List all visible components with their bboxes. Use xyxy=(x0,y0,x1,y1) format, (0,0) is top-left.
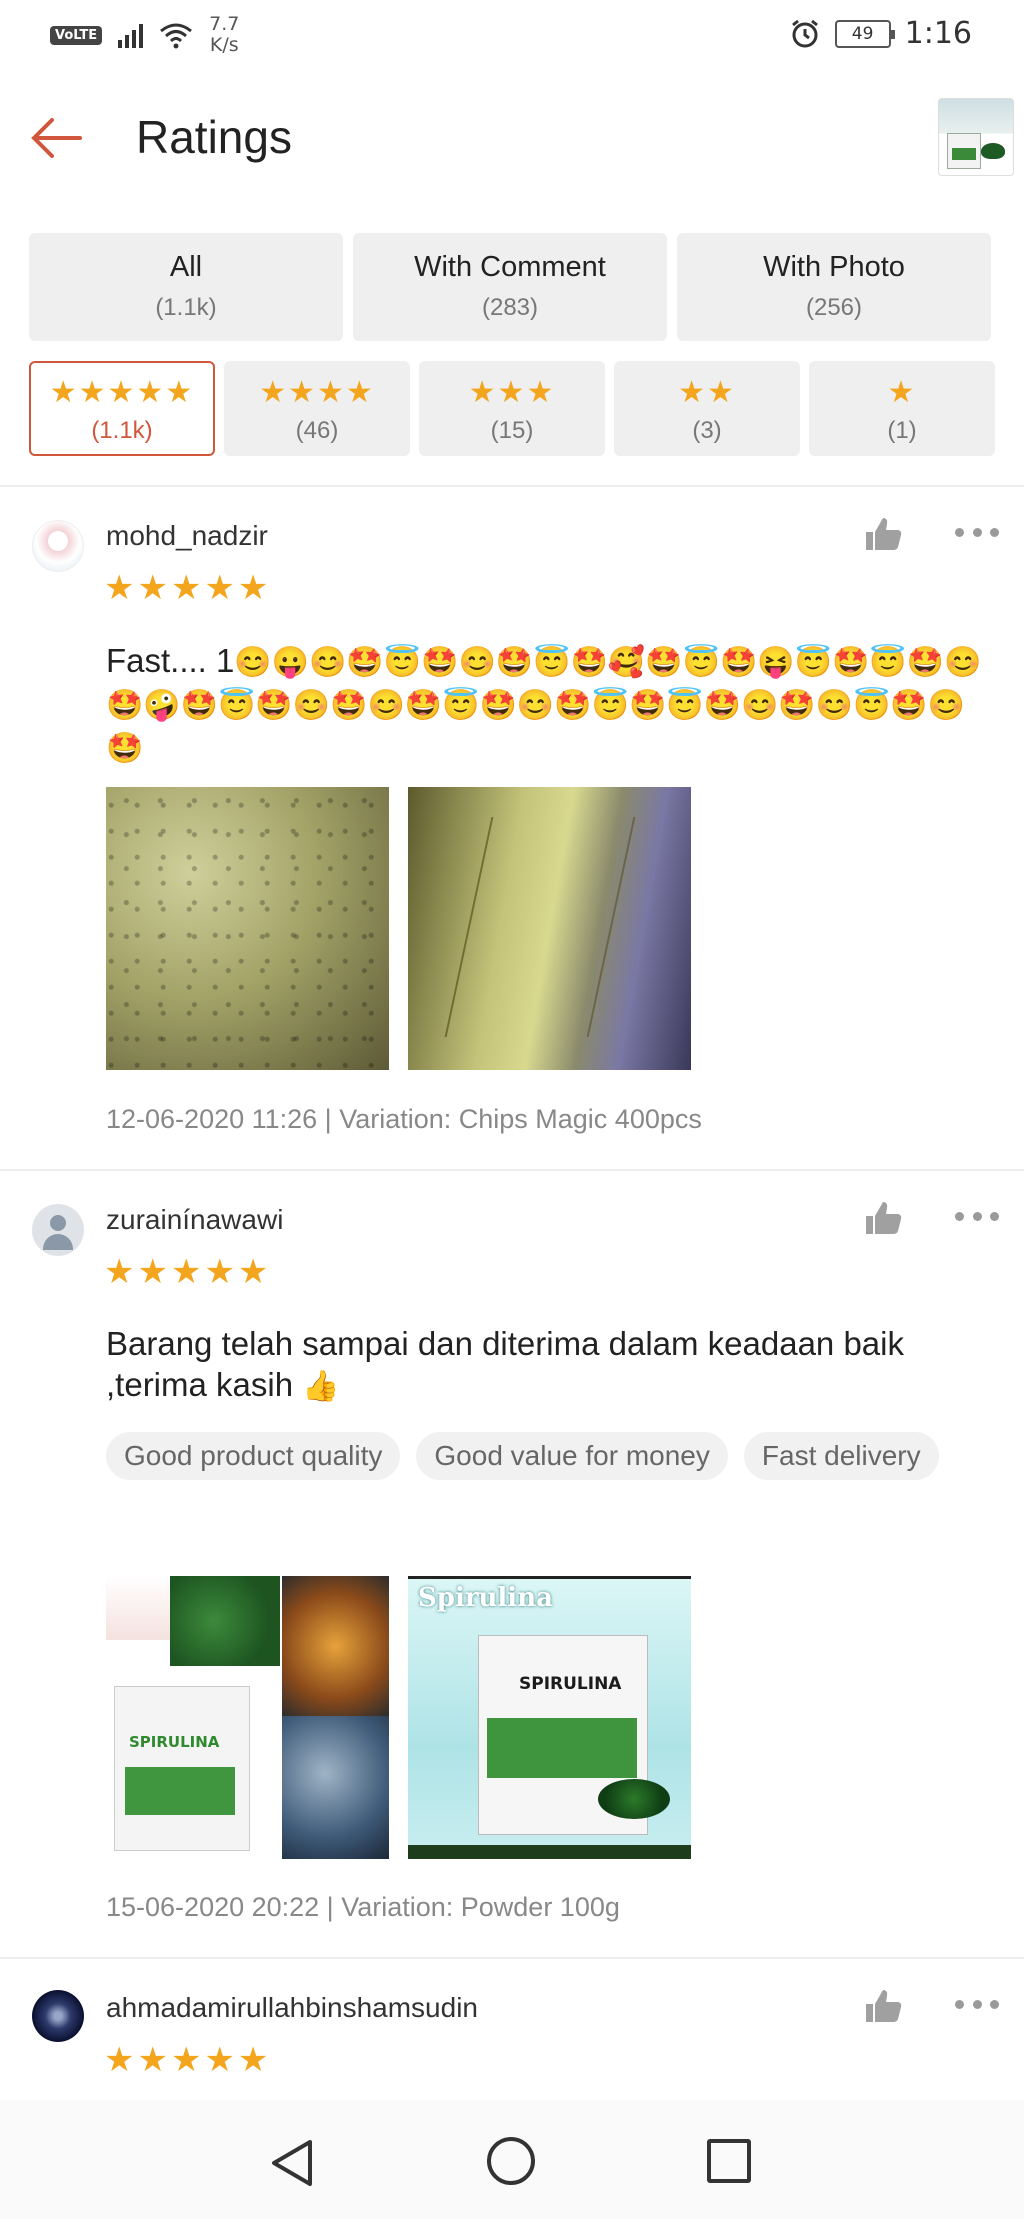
volte-icon: VoLTE xyxy=(50,25,103,45)
more-dots-icon[interactable] xyxy=(955,1212,999,1224)
alarm-icon xyxy=(791,19,818,47)
review-tag: Good product quality xyxy=(106,1432,401,1480)
product-thumbnail[interactable] xyxy=(938,98,1014,176)
review-item: ahmadamirullahbinshamsudin ★★★★★ xyxy=(0,1958,1024,2100)
clock: 1:16 xyxy=(904,16,972,51)
page-title: Ratings xyxy=(136,111,292,163)
thumbs-up-emoji: 👍 xyxy=(302,1370,340,1403)
comment-emojis: 😊😛😊🤩😇🤩😊🤩😇🤩🥰🤩😇🤩😝😇🤩😇🤩😊🤩🤪🤩😇🤩😊🤩😊🤩😇🤩😊🤩😇🤩😇🤩😊🤩😊… xyxy=(106,646,982,765)
review-tag: Good value for money xyxy=(416,1432,728,1480)
tab-count: (46) xyxy=(295,417,339,444)
nav-home-icon[interactable] xyxy=(487,2137,535,2185)
thumbs-up-icon[interactable] xyxy=(864,1988,904,2024)
review-photo[interactable] xyxy=(408,787,691,1070)
photo-text: Spirulina xyxy=(418,1583,553,1613)
tab-label: With Photo xyxy=(763,251,905,283)
avatar[interactable] xyxy=(32,520,84,572)
arrow-left-icon[interactable] xyxy=(28,108,88,168)
review-item: mohd_nadzir ★★★★★ Fast.... 1😊😛😊🤩😇🤩😊🤩😇🤩🥰🤩… xyxy=(0,486,1024,1169)
battery-icon: 49 xyxy=(834,19,895,48)
review-tags: Good product quality Good value for mone… xyxy=(106,1432,986,1480)
avatar[interactable] xyxy=(32,1204,84,1256)
more-dots-icon[interactable] xyxy=(955,2000,999,2012)
review-meta: 12-06-2020 11:26 | Variation: Chips Magi… xyxy=(106,1104,702,1134)
tab-with-comment[interactable]: With Comment (283) xyxy=(353,233,667,341)
review-username[interactable]: zurainínawawi xyxy=(106,1204,283,1236)
app-header: Ratings xyxy=(0,80,1024,195)
tab-all[interactable]: All (1.1k) xyxy=(29,233,343,341)
net-speed: 7.7 K/s xyxy=(209,14,239,56)
thumbs-up-icon[interactable] xyxy=(864,516,904,552)
tab-count: (283) xyxy=(481,294,539,321)
star-filter-tabs: ★★★★★ (1.1k) ★★★★ (46) ★★★ (15) ★★ (3) ★… xyxy=(29,361,995,456)
photo-text: SPIRULINA xyxy=(519,1674,622,1694)
review-username[interactable]: mohd_nadzir xyxy=(106,520,268,552)
review-item: zurainínawawi ★★★★★ Barang telah sampai … xyxy=(0,1170,1024,1957)
tab-count: (15) xyxy=(490,417,534,444)
tab-with-photo[interactable]: With Photo (256) xyxy=(677,233,991,341)
tab-count: (1) xyxy=(887,417,917,444)
review-username[interactable]: ahmadamirullahbinshamsudin xyxy=(106,1992,478,2024)
status-bar: VoLTE 7.7 K/s 49 1:16 xyxy=(0,0,1024,72)
review-photo[interactable]: Spirulina SPIRULINA xyxy=(408,1576,691,1859)
review-meta: 15-06-2020 20:22 | Variation: Powder 100… xyxy=(106,1892,620,1922)
nav-recents-icon[interactable] xyxy=(707,2139,751,2183)
thumbs-up-icon[interactable] xyxy=(864,1200,904,1236)
filter-tabs: All (1.1k) With Comment (283) With Photo… xyxy=(29,233,991,341)
rating-stars: ★★★★★ xyxy=(104,1252,272,1292)
tab-1-star[interactable]: ★ (1) xyxy=(809,361,995,456)
tab-count: (3) xyxy=(692,417,722,444)
net-speed-unit: K/s xyxy=(209,34,239,56)
rating-stars: ★★★★★ xyxy=(104,568,272,608)
review-comment: Fast.... 1😊😛😊🤩😇🤩😊🤩😇🤩🥰🤩😇🤩😝😇🤩😇🤩😊🤩🤪🤩😇🤩😊🤩😊🤩😇… xyxy=(106,640,986,769)
tab-3-stars[interactable]: ★★★ (15) xyxy=(419,361,605,456)
tab-label: With Comment xyxy=(414,251,606,283)
nav-back-icon[interactable] xyxy=(270,2138,314,2188)
avatar[interactable] xyxy=(32,1990,84,2042)
review-comment: Barang telah sampai dan diterima dalam k… xyxy=(106,1323,986,1407)
review-photo[interactable] xyxy=(106,1576,389,1859)
star-icons: ★ xyxy=(887,375,917,410)
comment-text: Fast.... 1 xyxy=(106,642,235,679)
signal-icon xyxy=(118,22,144,48)
tab-label: All xyxy=(169,251,203,283)
more-dots-icon[interactable] xyxy=(955,528,999,540)
tab-count: (256) xyxy=(805,294,863,321)
review-tag: Fast delivery xyxy=(743,1432,939,1480)
star-icons: ★★★★ xyxy=(259,375,375,410)
rating-stars: ★★★★★ xyxy=(104,2040,272,2080)
tab-count: (1.1k) xyxy=(155,294,217,321)
review-photo[interactable] xyxy=(106,787,389,1070)
tab-5-stars[interactable]: ★★★★★ (1.1k) xyxy=(29,361,215,456)
star-icons: ★★★ xyxy=(468,375,556,410)
comment-text: Barang telah sampai dan diterima dalam k… xyxy=(106,1325,904,1403)
tab-2-stars[interactable]: ★★ (3) xyxy=(614,361,800,456)
star-icons: ★★★★★ xyxy=(49,375,195,410)
tab-count: (1.1k) xyxy=(91,417,153,444)
star-icons: ★★ xyxy=(678,375,736,410)
tab-4-stars[interactable]: ★★★★ (46) xyxy=(224,361,410,456)
system-nav-bar xyxy=(0,2100,1024,2219)
net-speed-value: 7.7 xyxy=(209,13,240,35)
wifi-icon xyxy=(160,23,193,49)
